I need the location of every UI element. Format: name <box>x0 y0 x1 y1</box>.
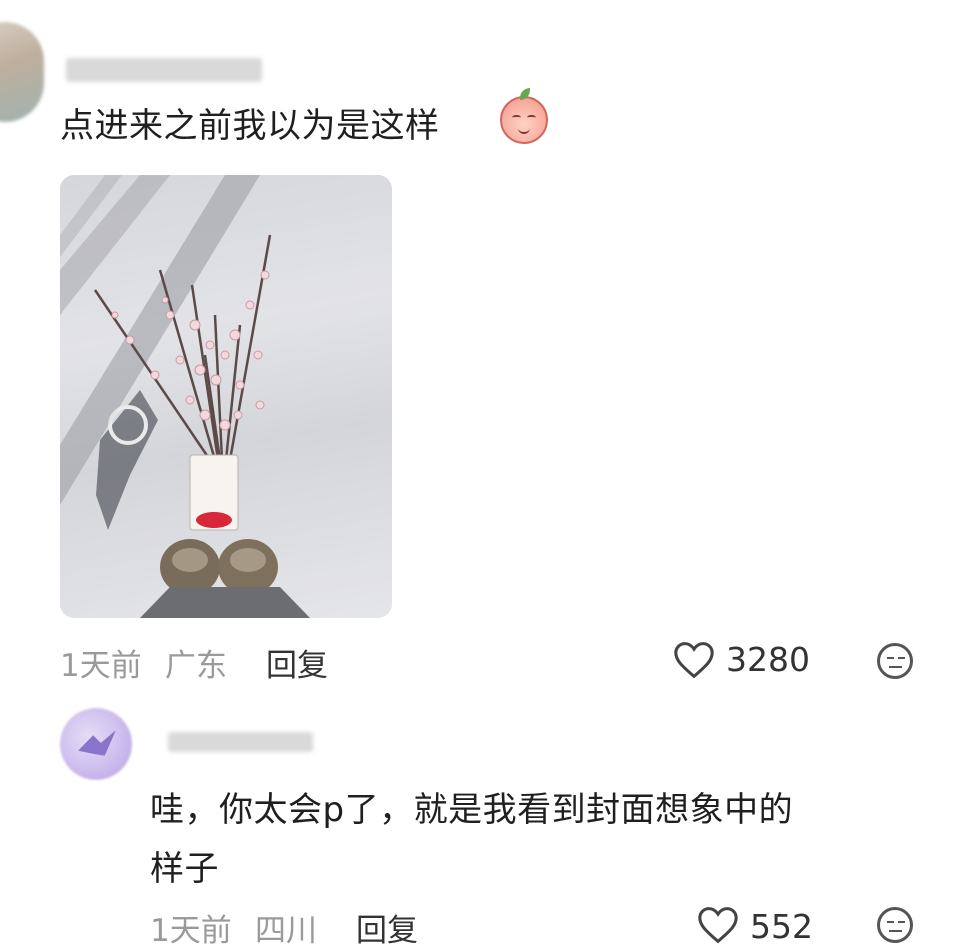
like-count-2: 552 <box>750 907 813 946</box>
reply-button-2[interactable]: 回复 <box>356 905 418 950</box>
commenter-name-blurred[interactable] <box>66 58 262 82</box>
comment-time: 1天前 <box>60 648 142 684</box>
comment-location: 广东 <box>165 648 227 684</box>
like-button-2[interactable]: 552 <box>696 905 826 949</box>
neutral-face-icon[interactable] <box>877 643 913 679</box>
reply-time: 1天前 <box>150 913 232 949</box>
comment-text: 点进来之前我以为是这样 <box>60 106 440 146</box>
reply-text-line1: 哇，你太会p了，就是我看到封面想象中的 <box>150 790 794 830</box>
peach-sticker-icon <box>500 88 548 144</box>
comment-image[interactable] <box>60 175 392 618</box>
heart-outline-icon <box>698 907 738 944</box>
reply-text-line2: 样子 <box>150 849 219 889</box>
reply-name-blurred[interactable] <box>168 732 313 752</box>
reply-location: 四川 <box>255 913 317 949</box>
neutral-face-icon[interactable] <box>877 907 913 943</box>
snow-flowers-photo <box>60 175 392 618</box>
like-count: 3280 <box>726 640 810 679</box>
like-button[interactable]: 3280 <box>672 640 822 684</box>
heart-outline-icon <box>674 642 714 679</box>
commenter-avatar[interactable] <box>0 22 44 122</box>
reply-button[interactable]: 回复 <box>266 640 328 685</box>
